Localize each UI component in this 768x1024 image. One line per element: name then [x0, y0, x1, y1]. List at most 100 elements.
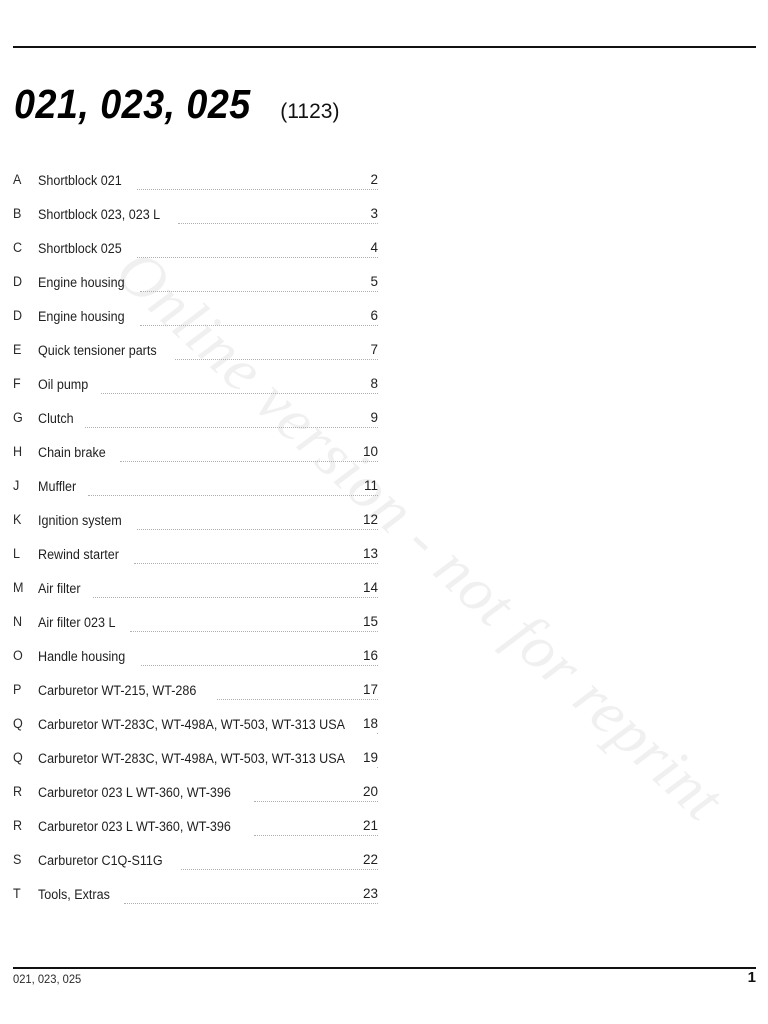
toc-entry-letter: N — [13, 614, 23, 629]
toc-entry-page-number: 10 — [362, 444, 378, 459]
toc-entry-letter: R — [13, 784, 23, 799]
footer-rule — [13, 967, 756, 969]
toc-entry-letter: Q — [13, 716, 23, 731]
toc-entry-label: Engine housing — [38, 274, 125, 290]
toc-entry-body: Quick tensioner parts — [38, 333, 378, 367]
toc-entry[interactable]: R Carburetor 023 L WT-360, WT-396 20 — [0, 775, 768, 809]
toc-entry-label: Carburetor WT-283C, WT-498A, WT-503, WT-… — [38, 716, 346, 732]
toc-entry[interactable]: O Handle housing 16 — [0, 639, 768, 673]
toc-entry-letter: A — [13, 172, 22, 187]
toc-entry-label: Air filter — [38, 580, 81, 596]
toc-entry-letter: J — [13, 478, 20, 493]
toc-entry-page-number: 18 — [362, 716, 378, 731]
toc-entry[interactable]: F Oil pump 8 — [0, 367, 768, 401]
toc-leader-dots — [92, 584, 378, 598]
toc-entry[interactable]: C Shortblock 025 4 — [0, 231, 768, 265]
toc-entry-label: Carburetor C1Q-S11G — [38, 852, 163, 868]
table-of-contents: A Shortblock 021 2 B Shortblock 023, 023 L 3 C… — [0, 163, 768, 911]
toc-entry-label: Handle housing — [38, 648, 126, 664]
toc-entry-label: Clutch — [38, 410, 74, 426]
toc-entry-label: Ignition system — [38, 512, 122, 528]
document-page: 021, 023, 025 (1123) Online version - no… — [0, 0, 768, 1024]
toc-entry-page-number: 8 — [370, 376, 378, 391]
toc-entry[interactable]: T Tools, Extras 23 — [0, 877, 768, 911]
title-series-code: (1123) — [280, 100, 340, 123]
toc-entry-page-number: 9 — [370, 410, 378, 425]
toc-entry-letter: C — [13, 240, 23, 255]
toc-entry-page-number: 6 — [370, 308, 378, 323]
toc-leader-dots — [101, 380, 378, 394]
toc-entry-page-number: 4 — [370, 240, 378, 255]
toc-entry-letter: R — [13, 818, 23, 833]
toc-entry-body: Carburetor WT-283C, WT-498A, WT-503, WT-… — [38, 707, 378, 741]
toc-entry-page-number: 14 — [362, 580, 378, 595]
toc-entry-label: Tools, Extras — [38, 886, 110, 902]
toc-entry-body: Air filter — [38, 571, 378, 605]
toc-entry-page-number: 3 — [370, 206, 378, 221]
toc-entry-body: Air filter 023 L — [38, 605, 378, 639]
page-title: 021, 023, 025 (1123) — [14, 84, 339, 125]
toc-entry-body: Shortblock 023, 023 L — [38, 197, 378, 231]
toc-entry[interactable]: P Carburetor WT-215, WT-286 17 — [0, 673, 768, 707]
toc-entry-page-number: 13 — [362, 546, 378, 561]
toc-entry-label: Quick tensioner parts — [38, 342, 157, 358]
toc-entry-letter: H — [13, 444, 23, 459]
toc-entry-label: Carburetor 023 L WT-360, WT-396 — [38, 784, 231, 800]
toc-entry-body: Tools, Extras — [38, 877, 378, 911]
toc-entry-letter: G — [13, 410, 23, 425]
toc-entry-page-number: 21 — [362, 818, 378, 833]
toc-entry[interactable]: K Ignition system 12 — [0, 503, 768, 537]
toc-entry-body: Ignition system — [38, 503, 378, 537]
toc-entry-letter: F — [13, 376, 21, 391]
toc-entry-letter: D — [13, 308, 23, 323]
toc-entry[interactable]: E Quick tensioner parts 7 — [0, 333, 768, 367]
toc-entry-letter: M — [13, 580, 24, 595]
toc-entry-body: Shortblock 021 — [38, 163, 378, 197]
toc-entry-label: Shortblock 023, 023 L — [38, 206, 161, 222]
toc-entry-label: Carburetor WT-215, WT-286 — [38, 682, 197, 698]
toc-entry-label: Muffler — [38, 478, 77, 494]
toc-entry[interactable]: B Shortblock 023, 023 L 3 — [0, 197, 768, 231]
toc-entry-label: Chain brake — [38, 444, 106, 460]
toc-entry-label: Rewind starter — [38, 546, 119, 562]
toc-entry[interactable]: J Muffler 11 — [0, 469, 768, 503]
toc-entry-body: Carburetor C1Q-S11G — [38, 843, 378, 877]
toc-entry-page-number: 11 — [363, 478, 378, 493]
toc-entry-letter: O — [13, 648, 23, 663]
toc-entry[interactable]: L Rewind starter 13 — [0, 537, 768, 571]
toc-entry[interactable]: Q Carburetor WT-283C, WT-498A, WT-503, WT… — [0, 741, 768, 775]
toc-entry[interactable]: N Air filter 023 L 15 — [0, 605, 768, 639]
toc-entry-body: Carburetor 023 L WT-360, WT-396 — [38, 775, 378, 809]
toc-entry-page-number: 19 — [362, 750, 378, 765]
toc-entry-label: Air filter 023 L — [38, 614, 116, 630]
toc-entry[interactable]: Q Carburetor WT-283C, WT-498A, WT-503, WT… — [0, 707, 768, 741]
title-model-numbers: 021, 023, 025 — [14, 81, 251, 127]
toc-entry-page-number: 23 — [362, 886, 378, 901]
footer-model-label: 021, 023, 025 — [13, 972, 82, 986]
toc-entry-label: Oil pump — [38, 376, 89, 392]
toc-entry[interactable]: D Engine housing 5 — [0, 265, 768, 299]
toc-entry-label: Engine housing — [38, 308, 125, 324]
toc-entry-letter: Q — [13, 750, 23, 765]
toc-entry-page-number: 5 — [370, 274, 378, 289]
toc-entry-page-number: 15 — [362, 614, 378, 629]
toc-entry-body: Carburetor WT-283C, WT-498A, WT-503, WT-… — [38, 741, 378, 775]
toc-entry-body: Chain brake — [38, 435, 378, 469]
toc-entry[interactable]: D Engine housing 6 — [0, 299, 768, 333]
toc-entry-page-number: 12 — [362, 512, 378, 527]
toc-entry-page-number: 16 — [362, 648, 378, 663]
header-rule — [13, 46, 756, 48]
toc-entry[interactable]: R Carburetor 023 L WT-360, WT-396 21 — [0, 809, 768, 843]
toc-entry-letter: D — [13, 274, 23, 289]
toc-entry[interactable]: G Clutch 9 — [0, 401, 768, 435]
toc-entry[interactable]: S Carburetor C1Q-S11G 22 — [0, 843, 768, 877]
toc-entry[interactable]: H Chain brake 10 — [0, 435, 768, 469]
toc-entry-label: Carburetor 023 L WT-360, WT-396 — [38, 818, 231, 834]
toc-entry[interactable]: A Shortblock 021 2 — [0, 163, 768, 197]
toc-entry-page-number: 22 — [362, 852, 378, 867]
toc-entry-letter: T — [13, 886, 21, 901]
toc-entry-body: Oil pump — [38, 367, 378, 401]
toc-entry[interactable]: M Air filter 14 — [0, 571, 768, 605]
toc-entry-body: Rewind starter — [38, 537, 378, 571]
toc-entry-page-number: 2 — [370, 172, 378, 187]
